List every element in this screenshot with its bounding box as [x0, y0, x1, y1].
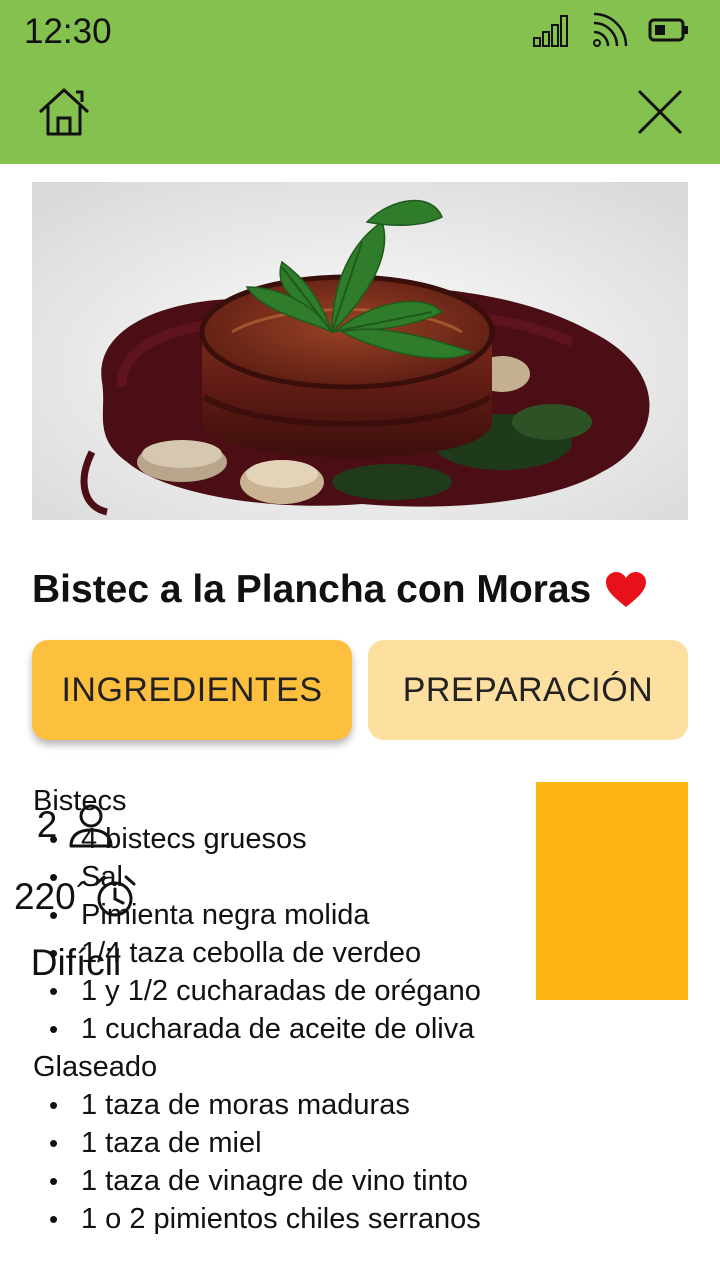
person-icon [69, 804, 113, 848]
status-time: 12:30 [24, 12, 112, 51]
battery-icon [648, 18, 688, 42]
time-row: 220´ [0, 870, 152, 924]
servings-count: 2 [36, 804, 58, 845]
app-bar: 12:30 [0, 0, 720, 164]
difficulty-row: Difícil [0, 938, 152, 988]
ingredient-item: 1 taza de moras maduras [33, 1086, 543, 1124]
ingredient-item: 1 cucharada de aceite de oliva [33, 1010, 543, 1048]
close-button[interactable] [632, 84, 688, 140]
alarm-clock-icon [94, 875, 136, 917]
recipe-title: Bistec a la Plancha con Moras [32, 568, 592, 611]
home-icon [38, 88, 90, 136]
ingredient-item: 1 taza de miel [33, 1124, 543, 1162]
wifi-icon [593, 12, 628, 47]
recipe-title-row: Bistec a la Plancha con Moras [32, 560, 692, 620]
home-button[interactable] [36, 84, 92, 140]
tab-ingredients[interactable]: INGREDIENTES [32, 640, 352, 740]
difficulty-level: Difícil [30, 942, 122, 983]
servings-row: 2 [0, 798, 152, 852]
recipe-info-box [536, 782, 688, 1000]
recipe-photo [32, 182, 688, 520]
cook-time: 220´ [13, 876, 89, 917]
tab-preparation[interactable]: PREPARACIÓN [368, 640, 688, 740]
close-icon [638, 90, 682, 134]
ingredient-item: 1 o 2 pimientos chiles serranos [33, 1200, 543, 1238]
signal-icon [533, 15, 568, 47]
status-icons [532, 10, 690, 50]
favorite-heart-icon[interactable] [605, 571, 647, 609]
ingredient-group-title: Glaseado [33, 1051, 158, 1083]
ingredient-item: 1 taza de vinagre de vino tinto [33, 1162, 543, 1200]
